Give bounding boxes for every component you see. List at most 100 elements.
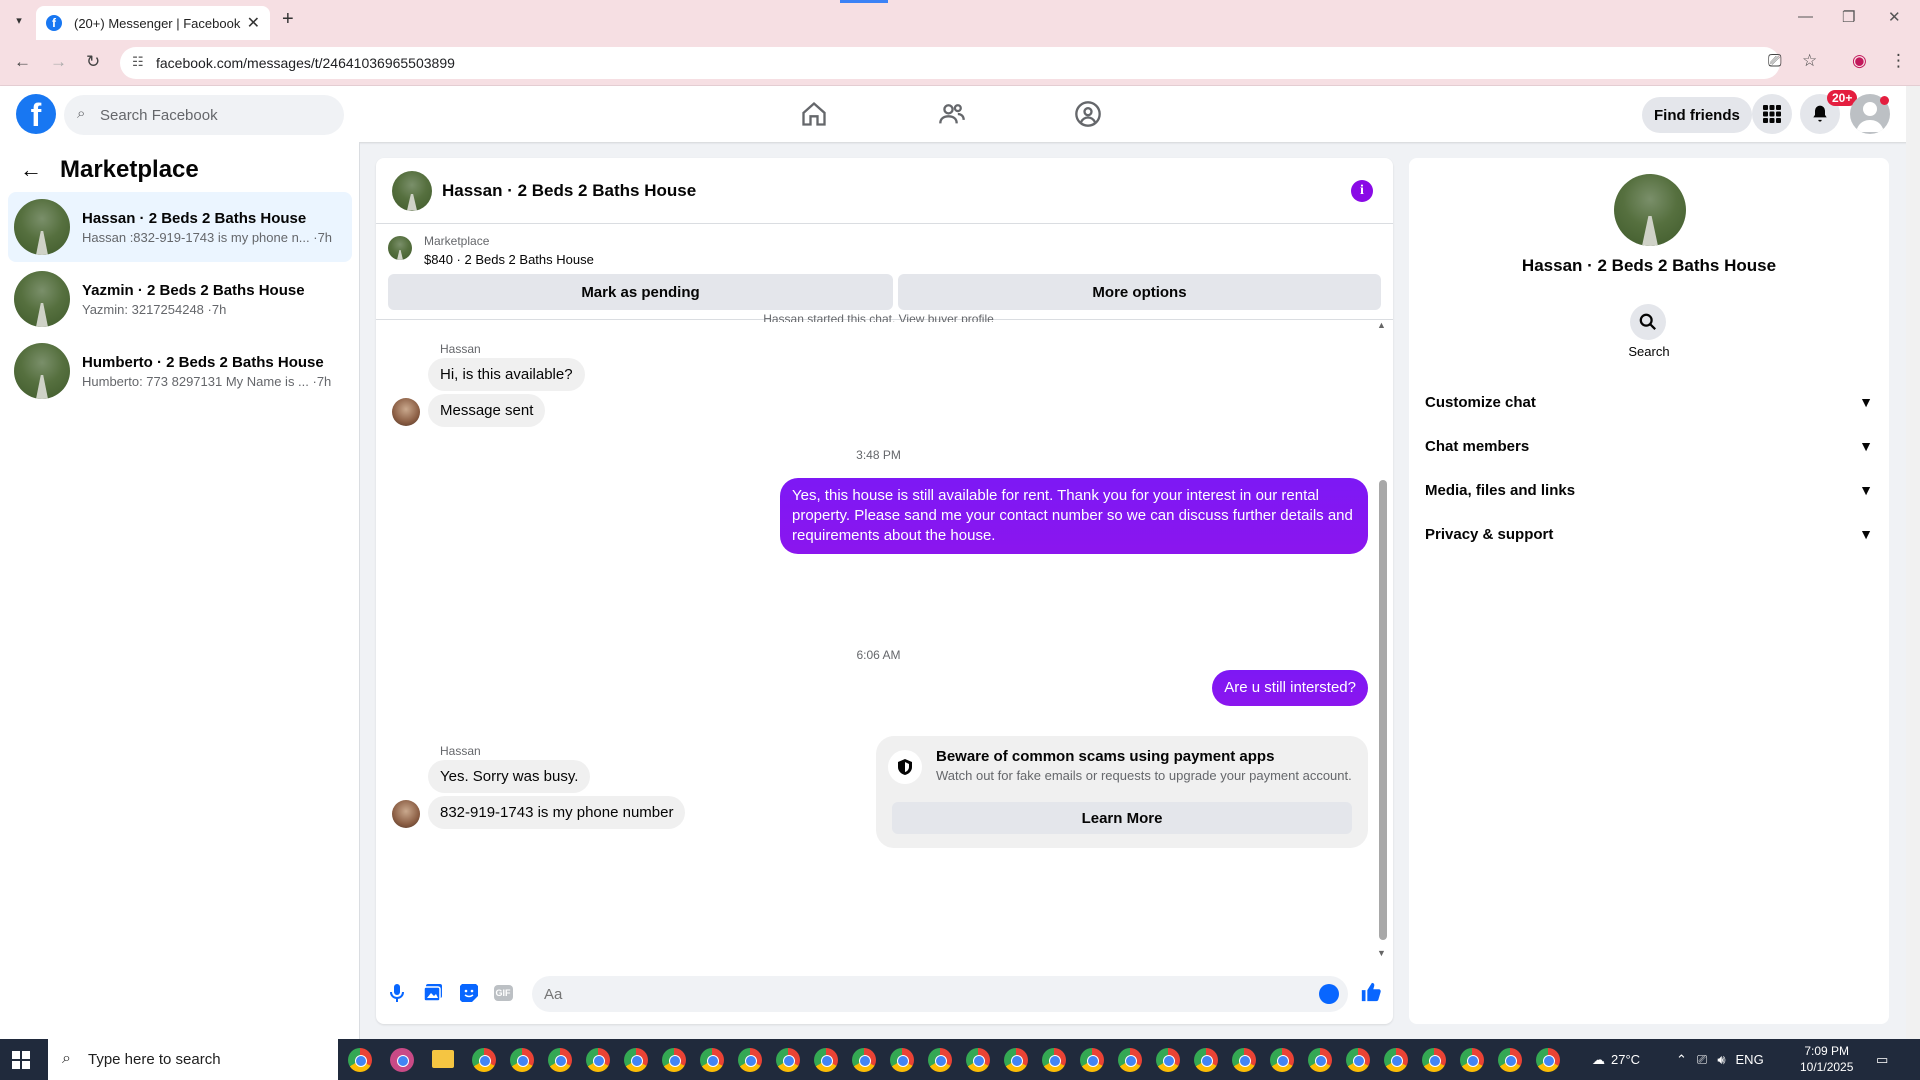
chrome-taskbar-icon[interactable]	[1156, 1048, 1180, 1072]
chrome-taskbar-icon[interactable]	[1536, 1048, 1560, 1072]
chrome-taskbar-icon[interactable]	[1194, 1048, 1218, 1072]
conversation-item-humberto[interactable]: Humberto · 2 Beds 2 Baths House Humberto…	[8, 336, 352, 406]
listing-thumbnail[interactable]	[388, 236, 412, 260]
back-arrow-icon[interactable]: ←	[14, 52, 31, 72]
info-icon[interactable]: i	[1351, 180, 1373, 202]
browser-menu-icon[interactable]: ⋮	[1890, 51, 1907, 71]
scroll-up-icon[interactable]: ▲	[1377, 320, 1386, 330]
find-friends-button[interactable]: Find friends	[1642, 97, 1752, 133]
incoming-message[interactable]: Yes. Sorry was busy.	[428, 760, 591, 793]
chrome-taskbar-icon[interactable]	[1460, 1048, 1484, 1072]
back-arrow-icon[interactable]: ←	[20, 157, 42, 183]
scrollbar-thumb[interactable]	[1379, 480, 1387, 940]
incoming-message[interactable]: Hi, is this available?	[428, 358, 585, 391]
restore-icon[interactable]: ❐	[1842, 8, 1855, 26]
chrome-taskbar-icon[interactable]	[1004, 1048, 1028, 1072]
chrome-taskbar-icon[interactable]	[776, 1048, 800, 1072]
emoji-icon[interactable]	[1319, 984, 1339, 1004]
thumbs-up-icon[interactable]	[1359, 980, 1383, 1004]
search-in-conversation-button[interactable]	[1630, 304, 1666, 340]
chrome-taskbar-icon[interactable]	[1080, 1048, 1104, 1072]
scroll-down-icon[interactable]: ▼	[1377, 948, 1386, 958]
outgoing-message[interactable]: Are u still intersted?	[1212, 670, 1368, 706]
chrome-taskbar-icon[interactable]	[586, 1048, 610, 1072]
system-tray[interactable]: ⌃ ⎚ 🔊︎ ENG	[1676, 1039, 1764, 1080]
sender-avatar[interactable]	[392, 398, 420, 426]
browser-tab[interactable]: f (20+) Messenger | Facebook ✕	[36, 6, 270, 40]
chrome-taskbar-icon[interactable]	[814, 1048, 838, 1072]
message-scrollbar[interactable]: ▲ ▼	[1377, 320, 1387, 960]
chrome-taskbar-icon[interactable]	[1308, 1048, 1332, 1072]
learn-more-button[interactable]: Learn More	[892, 802, 1352, 834]
close-tab-icon[interactable]: ✕	[247, 13, 260, 33]
chrome-taskbar-icon[interactable]	[1270, 1048, 1294, 1072]
chrome-taskbar-icon[interactable]	[738, 1048, 762, 1072]
facebook-logo-icon[interactable]: f	[16, 94, 56, 134]
menu-grid-icon[interactable]	[1752, 94, 1792, 134]
close-window-icon[interactable]: ✕	[1888, 8, 1901, 26]
photo-icon[interactable]	[422, 982, 444, 1004]
outgoing-message[interactable]: Yes, this house is still available for r…	[780, 478, 1368, 554]
groups-icon[interactable]	[1074, 100, 1104, 130]
chrome-taskbar-icon[interactable]	[662, 1048, 686, 1072]
taskbar-search-input[interactable]: ⌕ Type here to search	[48, 1039, 338, 1080]
media-files-links-section[interactable]: Media, files and links ▼	[1425, 470, 1873, 510]
privacy-support-section[interactable]: Privacy & support ▼	[1425, 514, 1873, 554]
chrome-taskbar-icon[interactable]	[1422, 1048, 1446, 1072]
incoming-message[interactable]: Message sent	[428, 394, 546, 427]
url-field[interactable]: ☷ facebook.com/messages/t/24641036965503…	[120, 47, 1780, 79]
chrome-taskbar-icon[interactable]	[1498, 1048, 1522, 1072]
page-scrollbar[interactable]	[1906, 86, 1920, 1039]
home-icon[interactable]	[800, 100, 830, 130]
mark-as-pending-button[interactable]: Mark as pending	[388, 274, 893, 310]
minimize-icon[interactable]: —	[1798, 8, 1813, 25]
chrome-taskbar-icon[interactable]	[624, 1048, 648, 1072]
chrome-taskbar-icon[interactable]	[1384, 1048, 1408, 1072]
forward-arrow-icon[interactable]: →	[50, 52, 67, 72]
chrome-taskbar-icon[interactable]	[928, 1048, 952, 1072]
gif-icon[interactable]: GIF	[492, 982, 514, 1004]
chrome-taskbar-icon[interactable]	[852, 1048, 876, 1072]
language-indicator[interactable]: ENG	[1736, 1052, 1764, 1067]
chrome-taskbar-icon[interactable]	[1042, 1048, 1066, 1072]
chrome-taskbar-icon[interactable]	[348, 1048, 372, 1072]
reload-icon[interactable]: ↻	[86, 52, 100, 72]
volume-icon[interactable]: 🔊︎	[1717, 1052, 1725, 1068]
microphone-icon[interactable]	[386, 982, 408, 1004]
file-explorer-icon[interactable]	[432, 1050, 454, 1068]
chrome-taskbar-icon[interactable]	[510, 1048, 534, 1072]
tab-search-icon[interactable]: ▾	[8, 10, 30, 30]
chat-title[interactable]: Hassan · 2 Beds 2 Baths House	[442, 181, 696, 201]
more-options-button[interactable]: More options	[898, 274, 1381, 310]
listing-thumbnail[interactable]	[1614, 174, 1686, 246]
chrome-taskbar-icon[interactable]	[1346, 1048, 1370, 1072]
sticker-icon[interactable]	[458, 982, 480, 1004]
conversation-item-hassan[interactable]: Hassan · 2 Beds 2 Baths House Hassan :83…	[8, 192, 352, 262]
site-settings-icon[interactable]: ☷	[132, 54, 144, 70]
listing-price[interactable]: $840 · 2 Beds 2 Baths House	[424, 252, 594, 267]
windows-start-icon[interactable]	[12, 1051, 30, 1069]
tray-chevron-icon[interactable]: ⌃	[1676, 1052, 1687, 1068]
message-input[interactable]	[532, 976, 1348, 1012]
action-center-icon[interactable]: ▭	[1876, 1039, 1888, 1080]
incoming-message[interactable]: 832-919-1743 is my phone number	[428, 796, 686, 829]
chrome-taskbar-icon[interactable]	[548, 1048, 572, 1072]
sender-avatar[interactable]	[392, 800, 420, 828]
chrome-taskbar-icon[interactable]	[472, 1048, 496, 1072]
chat-thumbnail[interactable]	[392, 170, 432, 211]
chrome-taskbar-icon[interactable]	[966, 1048, 990, 1072]
chrome-taskbar-icon[interactable]	[1118, 1048, 1142, 1072]
chrome-taskbar-icon[interactable]	[890, 1048, 914, 1072]
chrome-taskbar-icon[interactable]	[1232, 1048, 1256, 1072]
friends-icon[interactable]	[938, 100, 968, 130]
profile-icon[interactable]: ◉	[1852, 51, 1867, 71]
taskbar-clock[interactable]: 7:09 PM 10/1/2025	[1800, 1043, 1853, 1075]
chrome-taskbar-icon[interactable]	[700, 1048, 724, 1072]
install-app-icon[interactable]: ⎚	[1768, 51, 1782, 71]
customize-chat-section[interactable]: Customize chat ▼	[1425, 382, 1873, 422]
facebook-search-input[interactable]: ⌕ Search Facebook	[64, 95, 344, 135]
chat-members-section[interactable]: Chat members ▼	[1425, 426, 1873, 466]
network-icon[interactable]: ⎚	[1697, 1052, 1707, 1068]
weather-widget[interactable]: ☁ 27°C	[1592, 1039, 1640, 1080]
conversation-item-yazmin[interactable]: Yazmin · 2 Beds 2 Baths House Yazmin: 32…	[8, 264, 352, 334]
